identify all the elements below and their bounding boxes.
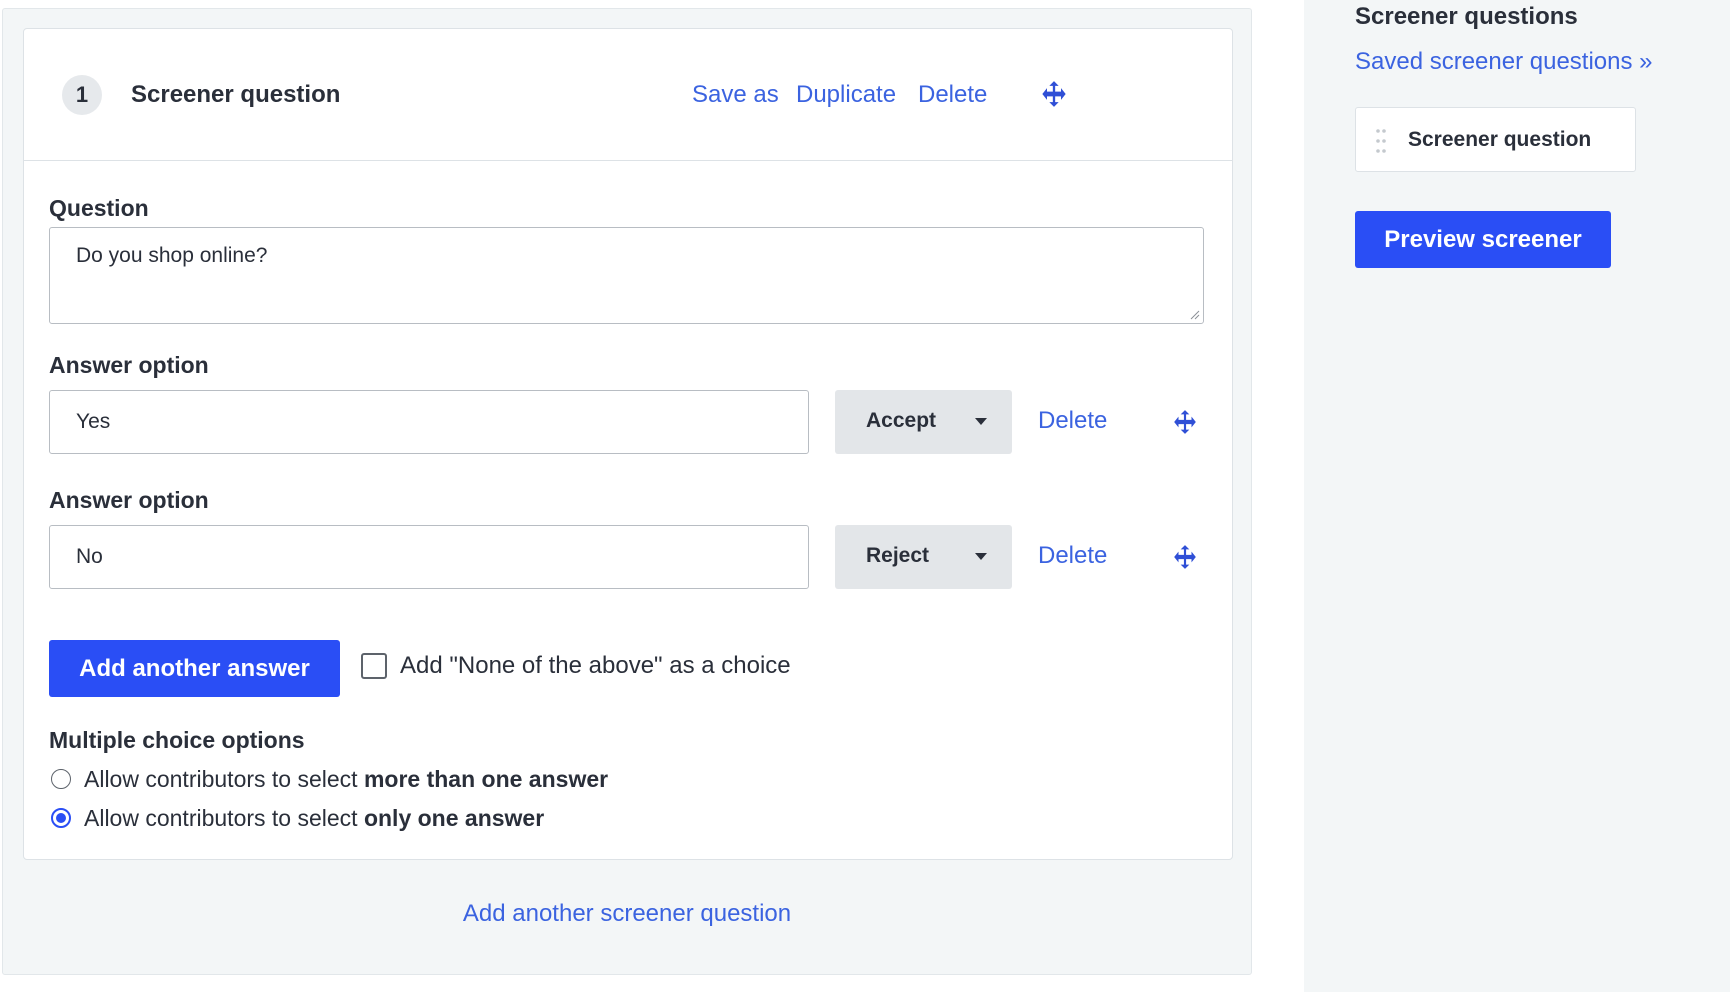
answer-option-label: Answer option xyxy=(49,352,209,378)
duplicate-link[interactable]: Duplicate xyxy=(796,81,896,109)
resize-grip-icon[interactable] xyxy=(1190,310,1200,320)
none-of-above-checkbox[interactable] xyxy=(361,653,387,679)
delete-answer-link[interactable]: Delete xyxy=(1038,407,1107,435)
delete-answer-link[interactable]: Delete xyxy=(1038,542,1107,570)
question-textarea[interactable]: Do you shop online? xyxy=(49,227,1204,324)
answer-action-select[interactable]: Accept xyxy=(835,390,1012,454)
none-of-above-label: Add "None of the above" as a choice xyxy=(400,652,791,679)
move-arrows-icon[interactable] xyxy=(1040,80,1068,108)
add-another-answer-button[interactable]: Add another answer xyxy=(49,640,340,697)
question-label: Question xyxy=(49,195,149,221)
answer-option-input[interactable] xyxy=(49,390,809,454)
sidebar-question-item[interactable]: Screener question xyxy=(1355,107,1636,172)
move-arrows-icon[interactable] xyxy=(1172,409,1198,435)
add-another-screener-question-link[interactable]: Add another screener question xyxy=(3,900,1251,928)
caret-down-icon xyxy=(975,418,987,425)
drag-handle-icon[interactable] xyxy=(1375,128,1387,154)
answer-action-value: Reject xyxy=(866,544,930,567)
radio-only-one-label: Allow contributors to select only one an… xyxy=(84,805,545,831)
move-arrows-icon[interactable] xyxy=(1172,544,1198,570)
answer-option-input[interactable] xyxy=(49,525,809,589)
answer-action-value: Accept xyxy=(866,409,937,432)
sidebar-title: Screener questions xyxy=(1355,3,1578,30)
sidebar-question-label: Screener question xyxy=(1408,128,1592,151)
caret-down-icon xyxy=(975,553,987,560)
question-card-title: Screener question xyxy=(131,81,341,108)
saved-screener-questions-link[interactable]: Saved screener questions » xyxy=(1355,48,1653,76)
radio-only-one[interactable] xyxy=(51,808,71,828)
radio-more-than-one[interactable] xyxy=(51,769,71,789)
save-as-link[interactable]: Save as xyxy=(692,81,779,109)
preview-screener-button[interactable]: Preview screener xyxy=(1355,211,1611,268)
multiple-choice-heading: Multiple choice options xyxy=(49,727,305,753)
screener-editor-panel: 1 Screener question Save as Duplicate De… xyxy=(2,8,1252,975)
screener-sidebar: Screener questions Saved screener questi… xyxy=(1304,0,1730,992)
answer-action-select[interactable]: Reject xyxy=(835,525,1012,589)
screener-question-card: 1 Screener question Save as Duplicate De… xyxy=(23,28,1233,860)
delete-question-link[interactable]: Delete xyxy=(918,81,987,109)
question-card-header: 1 Screener question Save as Duplicate De… xyxy=(24,29,1232,161)
answer-option-label: Answer option xyxy=(49,487,209,513)
question-number-badge: 1 xyxy=(62,75,102,115)
radio-more-than-one-label: Allow contributors to select more than o… xyxy=(84,766,609,792)
